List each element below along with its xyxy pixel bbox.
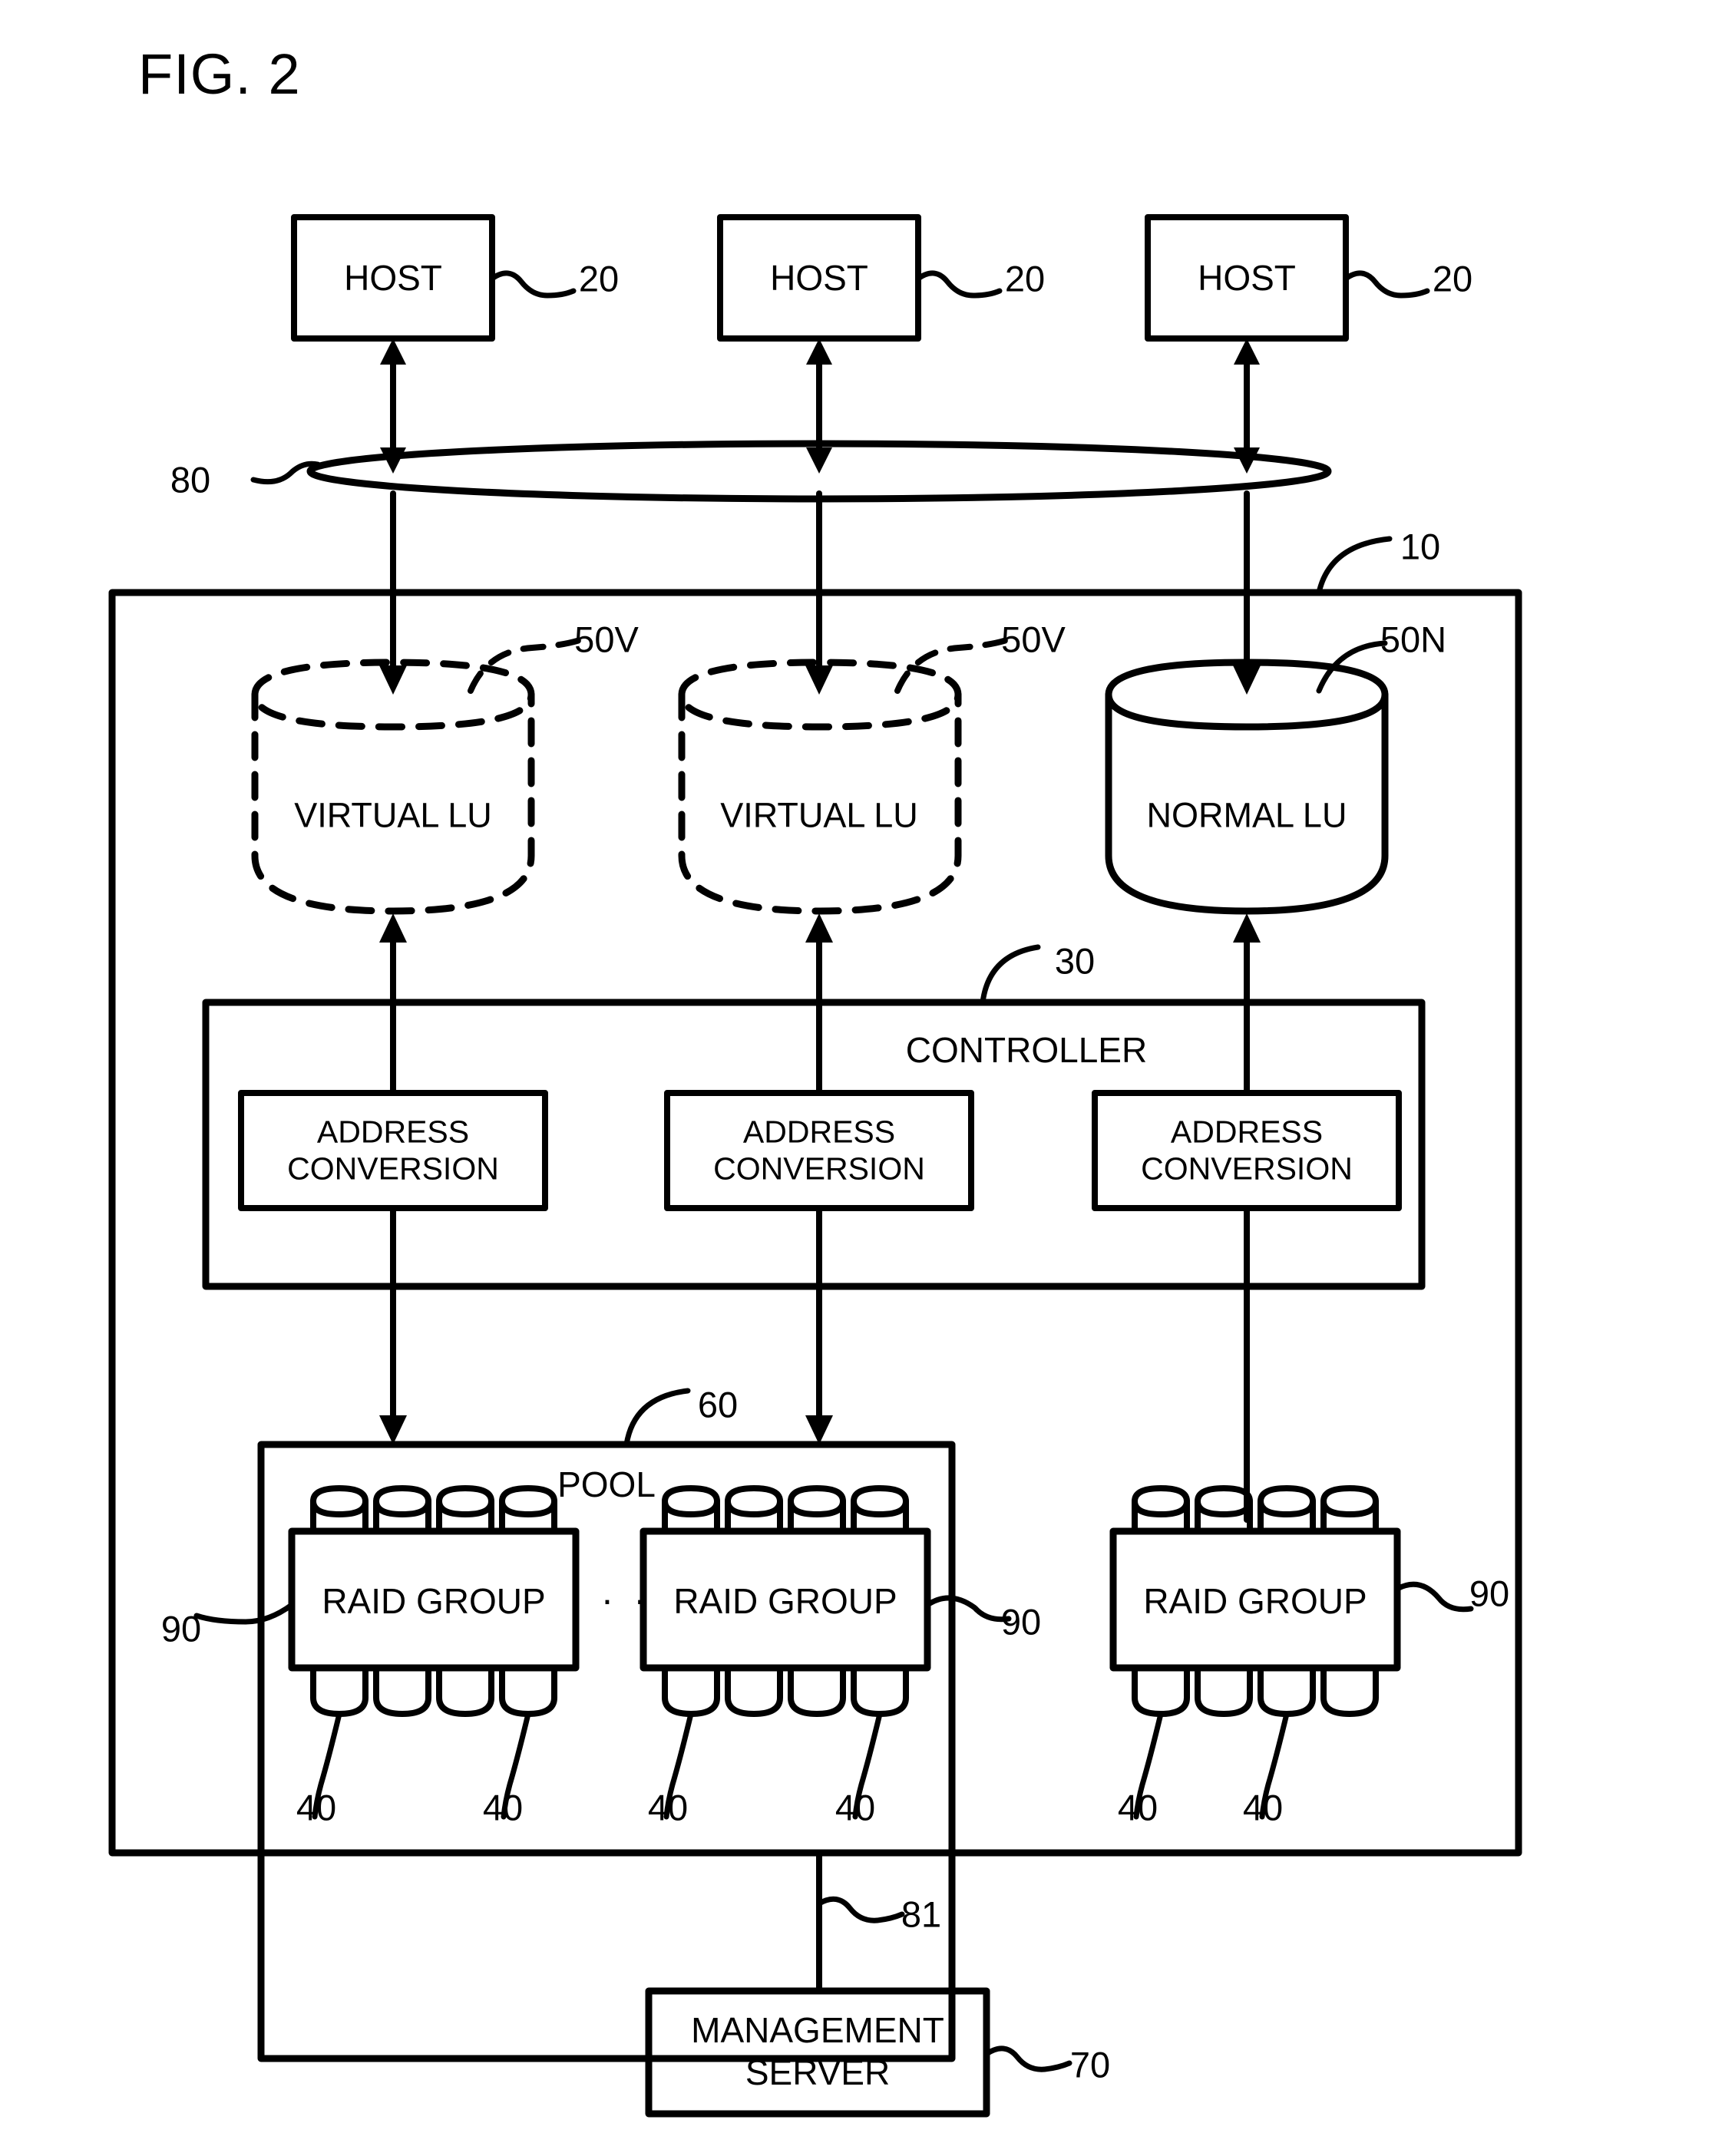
virtual-lu-ref-2: 50V xyxy=(1001,619,1066,660)
disk-ref-6: 40 xyxy=(1242,1787,1284,1828)
virtual-lu-ref-1: 50V xyxy=(574,619,639,660)
raid-group-ref-3: 90 xyxy=(1469,1573,1510,1614)
disk-ref-1: 40 xyxy=(296,1787,337,1828)
management-link-leader xyxy=(816,1896,905,1923)
management-link-ref: 81 xyxy=(901,1894,942,1935)
address-conversion-line1-3: ADDRESS xyxy=(1170,1114,1324,1150)
management-server-ref: 70 xyxy=(1069,2044,1111,2085)
patent-figure-canvas: FIG. 2 HOST HOST HOST 20 20 20 80 10 VIR… xyxy=(0,0,1712,2156)
management-server-label: MANAGEMENT SERVER xyxy=(691,2009,944,2094)
controller-label: CONTROLLER xyxy=(905,1030,1148,1070)
host-ref-2: 20 xyxy=(1004,258,1046,299)
raid-group-label-2: RAID GROUP xyxy=(673,1581,897,1621)
address-conversion-label-2: ADDRESS CONVERSION xyxy=(713,1114,925,1188)
disk-ref-2: 40 xyxy=(482,1787,524,1828)
raid-group-2-leader xyxy=(924,1595,1012,1623)
pool-leader xyxy=(623,1388,691,1448)
virtual-lu-label-1: VIRTUAL LU xyxy=(294,795,492,835)
raid-group-ellipsis: · · · xyxy=(568,1578,651,1621)
address-conversion-line1-2: ADDRESS xyxy=(742,1114,896,1150)
host-leader-2 xyxy=(915,270,1003,299)
address-conversion-line2-2: CONVERSION xyxy=(713,1151,925,1187)
virtual-lu-label-2: VIRTUAL LU xyxy=(720,795,918,835)
address-conversion-line2-3: CONVERSION xyxy=(1141,1151,1353,1187)
disk-ref-4: 40 xyxy=(835,1787,876,1828)
disk-ref-5: 40 xyxy=(1117,1787,1158,1828)
host-ref-1: 20 xyxy=(578,258,620,299)
raid-group-ref-2: 90 xyxy=(1000,1601,1042,1643)
virtual-lu-2-shape xyxy=(678,659,962,915)
raid-group-label-3: RAID GROUP xyxy=(1143,1581,1367,1621)
normal-lu-shape xyxy=(1105,659,1389,915)
network-ref: 80 xyxy=(170,459,211,500)
lu-controller-arrows xyxy=(379,913,1261,1005)
management-server-line2: SERVER xyxy=(745,2052,891,2092)
diagram-vector-layer xyxy=(108,214,1522,2118)
normal-lu-ref: 50N xyxy=(1380,619,1447,660)
address-conversion-label-1: ADDRESS CONVERSION xyxy=(287,1114,499,1188)
management-server-leader xyxy=(983,2045,1072,2072)
host-label-1: HOST xyxy=(344,258,442,298)
pool-ref: 60 xyxy=(697,1384,739,1425)
normal-lu-label: NORMAL LU xyxy=(1146,795,1347,835)
host-leader-3 xyxy=(1343,270,1430,299)
management-server-line1: MANAGEMENT xyxy=(691,2009,944,2050)
raid-group-3-leader xyxy=(1394,1581,1474,1613)
controller-leader xyxy=(980,944,1041,1005)
host-leader-1 xyxy=(489,270,577,299)
address-conversion-label-3: ADDRESS CONVERSION xyxy=(1141,1114,1353,1188)
storage-system-leader xyxy=(1316,536,1393,596)
host-network-arrows xyxy=(380,338,1260,474)
address-conversion-line2-1: CONVERSION xyxy=(287,1151,499,1187)
raid-group-label-1: RAID GROUP xyxy=(322,1581,546,1621)
figure-title: FIG. 2 xyxy=(138,42,301,106)
storage-system-ref: 10 xyxy=(1400,526,1441,567)
virtual-lu-1-shape xyxy=(251,659,535,915)
host-ref-3: 20 xyxy=(1432,258,1473,299)
pool-label: POOL xyxy=(557,1464,656,1504)
controller-pool-arrows xyxy=(379,1283,1250,1523)
raid-group-1-leader xyxy=(193,1602,295,1625)
address-conversion-line1-1: ADDRESS xyxy=(316,1114,470,1150)
host-label-3: HOST xyxy=(1198,258,1296,298)
raid-group-ref-1: 90 xyxy=(160,1608,202,1649)
disk-ref-3: 40 xyxy=(647,1787,689,1828)
controller-ref: 30 xyxy=(1054,940,1096,982)
host-label-2: HOST xyxy=(770,258,868,298)
